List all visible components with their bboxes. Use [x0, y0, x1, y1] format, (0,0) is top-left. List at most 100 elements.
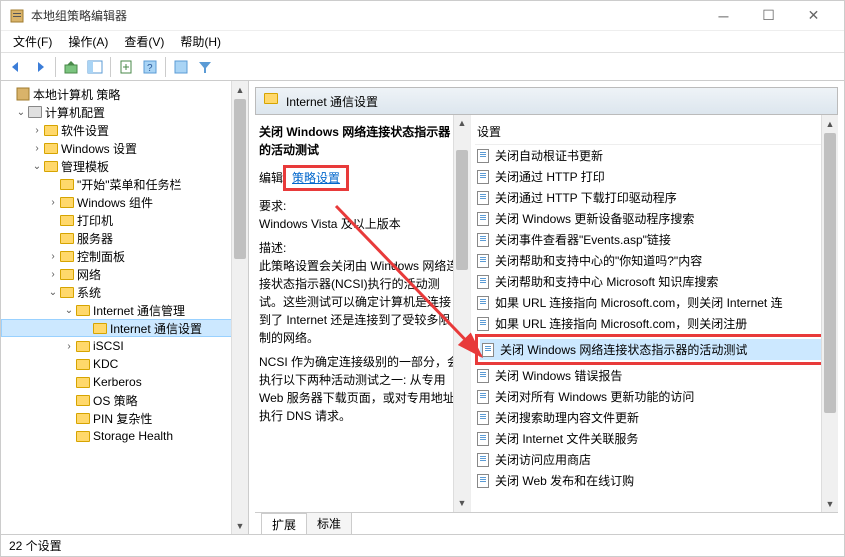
- list-item[interactable]: 关闭通过 HTTP 下载打印驱动程序: [475, 187, 838, 208]
- tree-label: 管理模板: [61, 158, 109, 175]
- scroll-thumb[interactable]: [234, 99, 246, 259]
- folder-icon: [264, 93, 280, 109]
- collapse-icon[interactable]: ⌄: [31, 161, 43, 172]
- tree-os-policy[interactable]: OS 策略: [1, 391, 248, 409]
- tree-label: 本地计算机 策略: [33, 86, 120, 103]
- tree-iscsi[interactable]: ›iSCSI: [1, 337, 248, 355]
- settings-list-panel[interactable]: 设置 关闭自动根证书更新关闭通过 HTTP 打印关闭通过 HTTP 下载打印驱动…: [471, 115, 838, 512]
- list-item[interactable]: 如果 URL 连接指向 Microsoft.com，则关闭 Internet 连: [475, 292, 838, 313]
- list-scrollbar[interactable]: ▲▼: [821, 115, 838, 512]
- tree-computer-config[interactable]: ⌄计算机配置: [1, 103, 248, 121]
- folder-icon: [59, 176, 75, 192]
- scroll-down-icon[interactable]: ▼: [454, 495, 470, 512]
- list-item[interactable]: 关闭搜索助理内容文件更新: [475, 407, 838, 428]
- expand-icon[interactable]: ›: [31, 143, 43, 154]
- maximize-button[interactable]: ☐: [746, 1, 791, 30]
- panel-title: Internet 通信设置: [286, 93, 378, 110]
- scroll-down-icon[interactable]: ▼: [232, 517, 248, 534]
- tree-label: Windows 设置: [61, 140, 137, 157]
- tree-pin[interactable]: PIN 复杂性: [1, 409, 248, 427]
- list-item[interactable]: 关闭事件查看器"Events.asp"链接: [475, 229, 838, 250]
- status-count: 22 个设置: [9, 537, 62, 554]
- expand-icon[interactable]: ›: [47, 269, 59, 280]
- list-item[interactable]: 关闭访问应用商店: [475, 449, 838, 470]
- list-item-label: 关闭访问应用商店: [495, 451, 591, 468]
- folder-icon: [59, 248, 75, 264]
- list-item[interactable]: 关闭 Internet 文件关联服务: [475, 428, 838, 449]
- expand-icon[interactable]: ›: [63, 341, 75, 352]
- scroll-down-icon[interactable]: ▼: [822, 495, 838, 512]
- expand-icon[interactable]: ›: [31, 125, 43, 136]
- close-button[interactable]: ✕: [791, 1, 836, 30]
- expand-icon[interactable]: ›: [47, 197, 59, 208]
- policy-settings-link[interactable]: 策略设置: [292, 171, 340, 185]
- tree-system[interactable]: ⌄系统: [1, 283, 248, 301]
- tree-storage[interactable]: Storage Health: [1, 427, 248, 445]
- tree-network[interactable]: ›网络: [1, 265, 248, 283]
- tab-standard[interactable]: 标准: [306, 512, 352, 534]
- collapse-icon[interactable]: ⌄: [15, 107, 27, 118]
- folder-icon: [75, 410, 91, 426]
- tab-extended[interactable]: 扩展: [261, 513, 307, 534]
- tree-admin-templates[interactable]: ⌄ 管理模板: [1, 157, 248, 175]
- scroll-up-icon[interactable]: ▲: [232, 81, 248, 98]
- menubar: 文件(F) 操作(A) 查看(V) 帮助(H): [1, 31, 844, 53]
- list-item[interactable]: 关闭 Windows 错误报告: [475, 365, 838, 386]
- up-button[interactable]: [60, 56, 82, 78]
- list-item[interactable]: 如果 URL 连接指向 Microsoft.com，则关闭注册: [475, 313, 838, 334]
- toolbar-separator: [165, 57, 166, 77]
- list-item[interactable]: 关闭自动根证书更新: [475, 145, 838, 166]
- folder-icon: [43, 158, 59, 174]
- list-item[interactable]: 关闭 Web 发布和在线订购: [475, 470, 838, 491]
- help-button[interactable]: ?: [139, 56, 161, 78]
- collapse-icon[interactable]: ⌄: [63, 305, 75, 316]
- tree-kerberos[interactable]: Kerberos: [1, 373, 248, 391]
- minimize-button[interactable]: ─: [701, 1, 746, 30]
- menu-action[interactable]: 操作(A): [62, 31, 114, 52]
- list-item[interactable]: 关闭帮助和支持中心的"你知道吗?"内容: [475, 250, 838, 271]
- desc-scrollbar[interactable]: ▲▼: [453, 115, 470, 512]
- tree-printer[interactable]: 打印机: [1, 211, 248, 229]
- toolbar-separator: [55, 57, 56, 77]
- tree-internet-mgmt[interactable]: ⌄Internet 通信管理: [1, 301, 248, 319]
- folder-icon: [75, 356, 91, 372]
- forward-button[interactable]: [29, 56, 51, 78]
- filter-button[interactable]: [194, 56, 216, 78]
- menu-file[interactable]: 文件(F): [7, 31, 58, 52]
- list-item-label: 关闭 Web 发布和在线订购: [495, 472, 634, 489]
- scroll-thumb[interactable]: [456, 150, 468, 270]
- tree-windows-components[interactable]: ›Windows 组件: [1, 193, 248, 211]
- export-button[interactable]: [115, 56, 137, 78]
- tree-software[interactable]: ›软件设置: [1, 121, 248, 139]
- scroll-up-icon[interactable]: ▲: [454, 115, 470, 132]
- tree-server[interactable]: 服务器: [1, 229, 248, 247]
- tree-kdc[interactable]: KDC: [1, 355, 248, 373]
- list-item[interactable]: 关闭通过 HTTP 打印: [475, 166, 838, 187]
- tree-internet-settings[interactable]: Internet 通信设置: [1, 319, 248, 337]
- setting-icon: [477, 233, 491, 247]
- tree-panel[interactable]: 本地计算机 策略 ⌄计算机配置 ›软件设置 ›Windows 设置 ⌄管理模板 …: [1, 81, 249, 534]
- refresh-button[interactable]: [170, 56, 192, 78]
- list-item[interactable]: 关闭帮助和支持中心 Microsoft 知识库搜索: [475, 271, 838, 292]
- expand-icon[interactable]: ›: [47, 251, 59, 262]
- scroll-thumb[interactable]: [824, 133, 836, 413]
- tree-scrollbar[interactable]: ▲▼: [231, 81, 248, 534]
- menu-view[interactable]: 查看(V): [118, 31, 170, 52]
- list-item[interactable]: 关闭 Windows 网络连接状态指示器的活动测试: [480, 339, 833, 360]
- collapse-icon[interactable]: ⌄: [47, 287, 59, 298]
- menu-help[interactable]: 帮助(H): [174, 31, 227, 52]
- list-item[interactable]: 关闭 Windows 更新设备驱动程序搜索: [475, 208, 838, 229]
- setting-icon: [477, 453, 491, 467]
- folder-icon: [59, 230, 75, 246]
- show-hide-tree-button[interactable]: [84, 56, 106, 78]
- tree-start-menu[interactable]: "开始"菜单和任务栏: [1, 175, 248, 193]
- scroll-up-icon[interactable]: ▲: [822, 115, 838, 132]
- setting-icon: [477, 317, 491, 331]
- list-header[interactable]: 设置: [475, 119, 838, 145]
- tree-root[interactable]: 本地计算机 策略: [1, 85, 248, 103]
- tree-control-panel[interactable]: ›控制面板: [1, 247, 248, 265]
- back-button[interactable]: [5, 56, 27, 78]
- tree-windows-settings[interactable]: › Windows 设置: [1, 139, 248, 157]
- list-item[interactable]: 关闭对所有 Windows 更新功能的访问: [475, 386, 838, 407]
- tree-label: PIN 复杂性: [93, 410, 152, 427]
